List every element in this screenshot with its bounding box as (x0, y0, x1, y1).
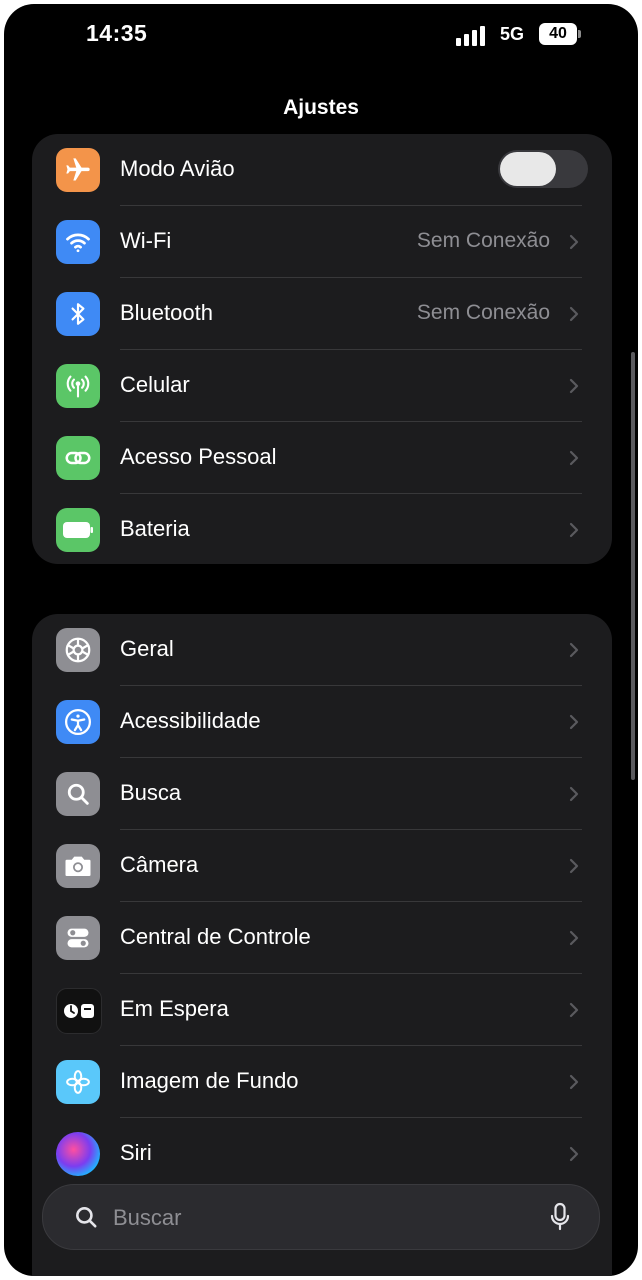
chevron-right-icon (569, 858, 579, 874)
settings-row-airplane-mode[interactable]: Modo Avião (32, 134, 612, 206)
chevron-right-icon (569, 1074, 579, 1090)
status-bar: 14:35 5G 40 (4, 4, 638, 74)
chevron-right-icon (569, 930, 579, 946)
settings-row-label: Acessibilidade (120, 708, 261, 733)
settings-row-label: Wi-Fi (120, 228, 172, 253)
status-time: 14:35 (86, 20, 148, 46)
settings-row-label: Bluetooth (120, 300, 213, 325)
chevron-right-icon (569, 714, 579, 730)
settings-row-search[interactable]: Busca (32, 758, 612, 830)
airplane-mode-toggle[interactable] (498, 150, 588, 188)
chevron-right-icon (569, 450, 579, 466)
scrollbar[interactable] (631, 352, 635, 780)
search-icon (76, 1207, 97, 1228)
settings-row-standby[interactable]: Em Espera (32, 974, 612, 1046)
bluetooth-icon (56, 292, 100, 336)
settings-row-label: Câmera (120, 852, 199, 877)
chevron-right-icon (569, 1146, 579, 1162)
chevron-right-icon (569, 234, 579, 250)
accessibility-icon (56, 700, 100, 744)
airplane-icon (56, 148, 100, 192)
settings-row-battery[interactable]: Bateria (32, 494, 612, 564)
settings-row-value: Sem Conexão (416, 301, 550, 324)
gear-icon (56, 628, 100, 672)
battery-icon (56, 508, 100, 552)
siri-icon (56, 1132, 100, 1176)
battery-tip-icon (578, 30, 581, 38)
network-type: 5G (500, 24, 525, 44)
settings-row-camera[interactable]: Câmera (32, 830, 612, 902)
settings-row-label: Celular (120, 372, 190, 397)
settings-row-wifi[interactable]: Wi-Fi Sem Conexão (32, 206, 612, 278)
chevron-right-icon (569, 1002, 579, 1018)
settings-row-label: Imagem de Fundo (120, 1068, 299, 1093)
wifi-icon (56, 220, 100, 264)
signal-strength-icon (456, 26, 490, 46)
settings-row-general[interactable]: Geral (32, 614, 612, 686)
settings-row-bluetooth[interactable]: Bluetooth Sem Conexão (32, 278, 612, 350)
settings-row-label: Siri (120, 1140, 152, 1165)
settings-row-cellular[interactable]: Celular (32, 350, 612, 422)
settings-row-label: Em Espera (120, 996, 229, 1021)
settings-row-label: Geral (120, 636, 174, 661)
standby-icon (56, 988, 102, 1034)
search-bar[interactable]: Buscar (42, 1184, 600, 1250)
phone-screen: 14:35 5G 40 Ajustes Modo Avião Wi-Fi Sem… (4, 4, 638, 1276)
settings-row-label: Busca (120, 780, 182, 805)
connectivity-group: Modo Avião Wi-Fi Sem Conexão Bluetooth S… (32, 134, 612, 564)
search-placeholder: Buscar (113, 1205, 182, 1230)
chevron-right-icon (569, 378, 579, 394)
chevron-right-icon (569, 306, 579, 322)
camera-icon (56, 844, 100, 888)
microphone-icon[interactable] (549, 1202, 571, 1232)
control-center-icon (56, 916, 100, 960)
settings-row-label: Central de Controle (120, 924, 311, 949)
search-icon (56, 772, 100, 816)
settings-row-accessibility[interactable]: Acessibilidade (32, 686, 612, 758)
settings-row-siri[interactable]: Siri (32, 1118, 612, 1190)
settings-row-label: Acesso Pessoal (120, 444, 277, 469)
settings-row-value: Sem Conexão (416, 229, 550, 252)
wallpaper-icon (56, 1060, 100, 1104)
chevron-right-icon (569, 522, 579, 538)
settings-row-label: Modo Avião (120, 156, 235, 181)
general-group: Geral Acessibilidade Busca Câmera Centra… (32, 614, 612, 1276)
settings-row-control-center[interactable]: Central de Controle (32, 902, 612, 974)
page-title: Ajustes (283, 96, 359, 119)
settings-row-wallpaper[interactable]: Imagem de Fundo (32, 1046, 612, 1118)
toggle-knob (500, 152, 556, 186)
chevron-right-icon (569, 786, 579, 802)
settings-row-personal-hotspot[interactable]: Acesso Pessoal (32, 422, 612, 494)
cellular-icon (56, 364, 100, 408)
personal-hotspot-icon (56, 436, 100, 480)
chevron-right-icon (569, 642, 579, 658)
battery-indicator: 40 (539, 23, 577, 45)
settings-row-label: Bateria (120, 516, 190, 541)
